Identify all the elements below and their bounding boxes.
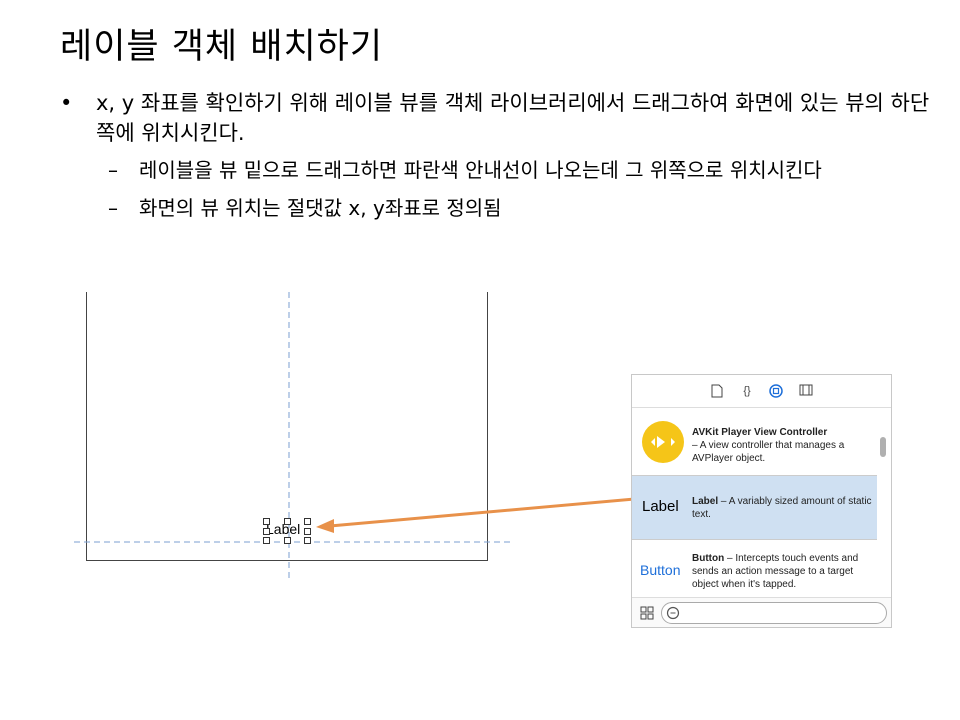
label-preview: Label: [642, 498, 679, 515]
resize-handle[interactable]: [284, 518, 291, 525]
drag-arrow-line: [329, 494, 669, 528]
resize-handle[interactable]: [304, 528, 311, 535]
filter-icon: [666, 606, 680, 620]
code-snippet-icon[interactable]: {}: [738, 384, 756, 398]
object-library-panel: {} AVKit Player View Controller – A view…: [631, 374, 892, 628]
filter-search-field[interactable]: [661, 602, 887, 624]
resize-handle[interactable]: [263, 518, 270, 525]
resize-handle[interactable]: [304, 537, 311, 544]
object-icon[interactable]: [769, 384, 783, 398]
library-item-label[interactable]: Label Label – A variably sized amount of…: [632, 476, 877, 540]
item-name: Label: [692, 496, 719, 507]
button-preview: Button: [640, 562, 681, 578]
grid-view-icon[interactable]: [640, 606, 654, 625]
library-item-button[interactable]: Button Button – Intercepts touch events …: [632, 540, 877, 596]
drag-arrowhead: [316, 519, 334, 533]
library-scrollbar[interactable]: [880, 437, 886, 457]
resize-handle[interactable]: [304, 518, 311, 525]
item-description: – A variably sized amount of static text…: [692, 496, 872, 520]
resize-handle[interactable]: [284, 537, 291, 544]
file-template-icon[interactable]: [710, 384, 724, 398]
resize-handle[interactable]: [263, 528, 270, 535]
resize-handle[interactable]: [263, 537, 270, 544]
library-toolbar: {}: [632, 375, 891, 408]
media-icon[interactable]: [799, 384, 813, 398]
item-description: – A view controller that manages a AVPla…: [692, 440, 845, 464]
item-name: AVKit Player View Controller: [692, 427, 828, 438]
library-item-avkit[interactable]: AVKit Player View Controller – A view co…: [632, 415, 877, 476]
avkit-player-icon: [642, 421, 684, 463]
item-name: Button: [692, 553, 725, 564]
library-bottom-bar: [632, 597, 891, 627]
